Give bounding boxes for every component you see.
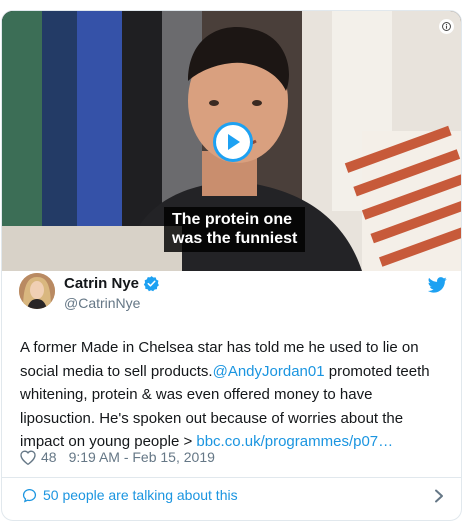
author-handle[interactable]: @CatrinNye	[64, 295, 160, 311]
tweet-text: A former Made in Chelsea star has told m…	[20, 336, 450, 454]
video-thumbnail[interactable]: The protein one was the funniest	[2, 11, 461, 271]
twitter-bird-icon[interactable]	[428, 277, 447, 293]
speech-bubble-icon	[22, 488, 37, 503]
like-count[interactable]: 48	[41, 449, 57, 465]
mention-link[interactable]: @AndyJordan01	[213, 363, 325, 380]
play-button[interactable]	[213, 122, 253, 162]
conversation-label[interactable]: 50 people are talking about this	[43, 487, 238, 503]
tweet-timestamp[interactable]: 9:19 AM - Feb 15, 2019	[69, 449, 215, 465]
play-icon	[228, 134, 240, 150]
author-display-name[interactable]: Catrin Nye	[64, 275, 139, 292]
video-caption: The protein one was the funniest	[164, 207, 306, 252]
conversation-link[interactable]: 50 people are talking about this	[22, 487, 238, 503]
url-link[interactable]: bbc.co.uk/programmes/p07…	[196, 433, 393, 450]
tweet-header: Catrin Nye @CatrinNye	[19, 273, 447, 313]
info-icon[interactable]	[439, 19, 454, 34]
avatar[interactable]	[19, 273, 55, 309]
verified-badge-icon	[143, 275, 159, 291]
chevron-right-icon[interactable]	[434, 489, 444, 503]
divider	[1, 477, 462, 478]
heart-icon[interactable]	[20, 449, 36, 465]
tweet-meta: 48 9:19 AM - Feb 15, 2019	[20, 449, 215, 465]
